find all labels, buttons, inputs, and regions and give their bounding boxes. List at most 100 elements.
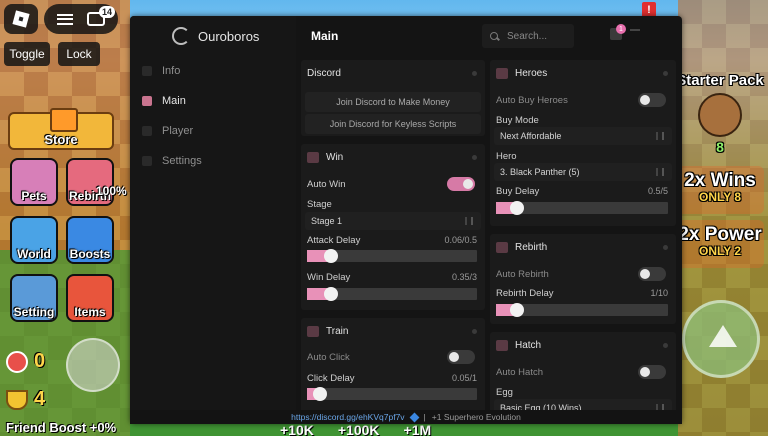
nav-label: Info xyxy=(162,65,181,77)
rebirth-delay-slider[interactable] xyxy=(496,303,668,317)
hatch-header: Hatch xyxy=(496,340,541,351)
status-bar: https://discord.gg/ehKVq7pf7v | +1 Super… xyxy=(130,410,682,424)
wins-promo-label: 2x Wins xyxy=(684,170,756,191)
collapse-icon[interactable] xyxy=(663,343,668,348)
stage-dropdown[interactable]: Stage 1 xyxy=(305,212,481,230)
slider-knob[interactable] xyxy=(324,249,339,263)
rebirth-delay-value: 1/10 xyxy=(650,288,668,298)
auto-buy-toggle[interactable] xyxy=(638,93,666,107)
discord-link[interactable]: https://discord.gg/ehKVq7pf7v xyxy=(291,412,404,422)
notification-badge: 14 xyxy=(98,6,115,18)
pets-button[interactable]: Pets xyxy=(10,158,58,206)
nav-item-player[interactable]: Player xyxy=(130,118,296,144)
setting-button[interactable]: Setting xyxy=(10,274,58,322)
train-card: Train Auto Click Click Delay 0.05/1 xyxy=(301,318,485,424)
rebirth-icon xyxy=(496,242,508,253)
power-promo-label: 2x Power xyxy=(678,224,762,245)
orb-icon xyxy=(6,350,28,373)
jump-button[interactable] xyxy=(682,300,760,378)
auto-rebirth-label: Auto Rebirth xyxy=(496,269,549,280)
gear-icon xyxy=(142,156,152,166)
join-discord-money-button[interactable]: Join Discord to Make Money xyxy=(305,92,481,112)
slider-knob[interactable] xyxy=(323,287,338,301)
auto-click-label: Auto Click xyxy=(307,352,350,363)
stage-label: Stage xyxy=(307,199,332,210)
hatch-icon xyxy=(496,340,508,351)
slider-knob[interactable] xyxy=(510,303,525,317)
movement-joystick[interactable] xyxy=(66,338,120,392)
rebirth-button[interactable]: Rebirth xyxy=(66,158,114,206)
buy-mode-dropdown[interactable]: Next Affordable xyxy=(494,127,672,145)
pets-label: Pets xyxy=(21,189,47,203)
auto-win-toggle[interactable] xyxy=(447,177,475,191)
buy-delay-label: Buy Delay xyxy=(496,186,540,197)
heroes-icon xyxy=(496,68,508,79)
rebirth-delay-label: Rebirth Delay xyxy=(496,288,554,299)
lock-button[interactable]: Lock xyxy=(58,42,100,66)
heroes-card: Heroes Auto Buy Heroes Buy Mode Next Aff… xyxy=(490,60,676,226)
train-header: Train xyxy=(307,326,348,337)
bottom-values: +10K +100K +1M xyxy=(280,422,540,436)
nav-item-main[interactable]: Main xyxy=(130,88,296,114)
collapse-icon[interactable] xyxy=(663,71,668,76)
win-delay-label: Win Delay xyxy=(307,272,351,283)
hub-header[interactable]: Ouroboros Main 1 xyxy=(130,16,682,56)
power-promo-price: ONLY 2 xyxy=(698,244,742,258)
nav-item-settings[interactable]: Settings xyxy=(130,148,296,174)
rebirth-title: Rebirth xyxy=(515,242,548,253)
world-label: World xyxy=(17,247,51,261)
click-delay-label: Click Delay xyxy=(307,373,355,384)
click-delay-slider[interactable] xyxy=(307,387,477,401)
slider-knob[interactable] xyxy=(510,201,525,215)
boosts-label: Boosts xyxy=(69,247,111,261)
discord-header: Discord xyxy=(307,68,341,79)
diamond-icon xyxy=(409,412,419,422)
toggle-button[interactable]: Toggle xyxy=(4,42,50,66)
window-control-icon[interactable] xyxy=(630,29,640,39)
world-button[interactable]: World xyxy=(10,216,58,264)
auto-hatch-toggle[interactable] xyxy=(638,365,666,379)
chevron-down-icon xyxy=(662,132,664,140)
rebirth-percent: 100% xyxy=(96,184,127,198)
collapse-icon[interactable] xyxy=(472,155,477,160)
wins-promo[interactable]: 2x Wins ONLY 8 xyxy=(676,170,764,204)
roblox-topbar[interactable]: 14 xyxy=(44,4,118,34)
win-card: Win Auto Win Stage Stage 1 Attack Delay … xyxy=(301,144,485,310)
slider-knob[interactable] xyxy=(312,387,327,401)
items-button[interactable]: Items xyxy=(66,274,114,322)
hamburger-icon[interactable] xyxy=(57,13,73,25)
auto-rebirth-toggle[interactable] xyxy=(638,267,666,281)
collapse-icon[interactable] xyxy=(472,71,477,76)
buy-mode-label: Buy Mode xyxy=(496,115,539,126)
power-promo[interactable]: 2x Power ONLY 2 xyxy=(676,224,764,258)
attack-delay-slider[interactable] xyxy=(307,249,477,263)
store-label: Store xyxy=(44,132,78,147)
bottom-value: +10K xyxy=(280,422,314,436)
hub-section-title: Main xyxy=(311,29,339,43)
starter-pack-promo[interactable]: Starter Pack 8 xyxy=(676,72,764,155)
hero-dropdown[interactable]: 3. Black Panther (5) xyxy=(494,163,672,181)
boosts-button[interactable]: Boosts xyxy=(66,216,114,264)
search-input[interactable] xyxy=(507,30,567,42)
nav-label: Settings xyxy=(162,155,202,167)
collapse-icon[interactable] xyxy=(472,329,477,334)
roblox-menu-button[interactable] xyxy=(4,4,38,34)
hero-label: Hero xyxy=(496,151,517,162)
auto-click-toggle[interactable] xyxy=(447,350,475,364)
ouroboros-logo-icon xyxy=(172,27,190,45)
join-discord-keyless-button[interactable]: Join Discord for Keyless Scripts xyxy=(305,114,481,134)
store-button[interactable]: Store xyxy=(8,108,114,150)
wins-promo-price: ONLY 8 xyxy=(698,190,742,204)
collapse-icon[interactable] xyxy=(663,245,668,250)
buy-delay-slider[interactable] xyxy=(496,201,668,215)
search-box[interactable] xyxy=(482,24,574,48)
starter-price: 8 xyxy=(716,139,724,155)
nav-item-info[interactable]: Info xyxy=(130,58,296,84)
win-delay-slider[interactable] xyxy=(307,287,477,301)
click-delay-value: 0.05/1 xyxy=(451,373,477,383)
nav-label: Main xyxy=(162,95,186,107)
info-icon xyxy=(142,66,152,76)
script-hub-window: Ouroboros Main 1 Info Main Player Settin… xyxy=(130,16,682,424)
bottom-value: +100K xyxy=(337,422,380,436)
search-icon xyxy=(490,31,499,41)
